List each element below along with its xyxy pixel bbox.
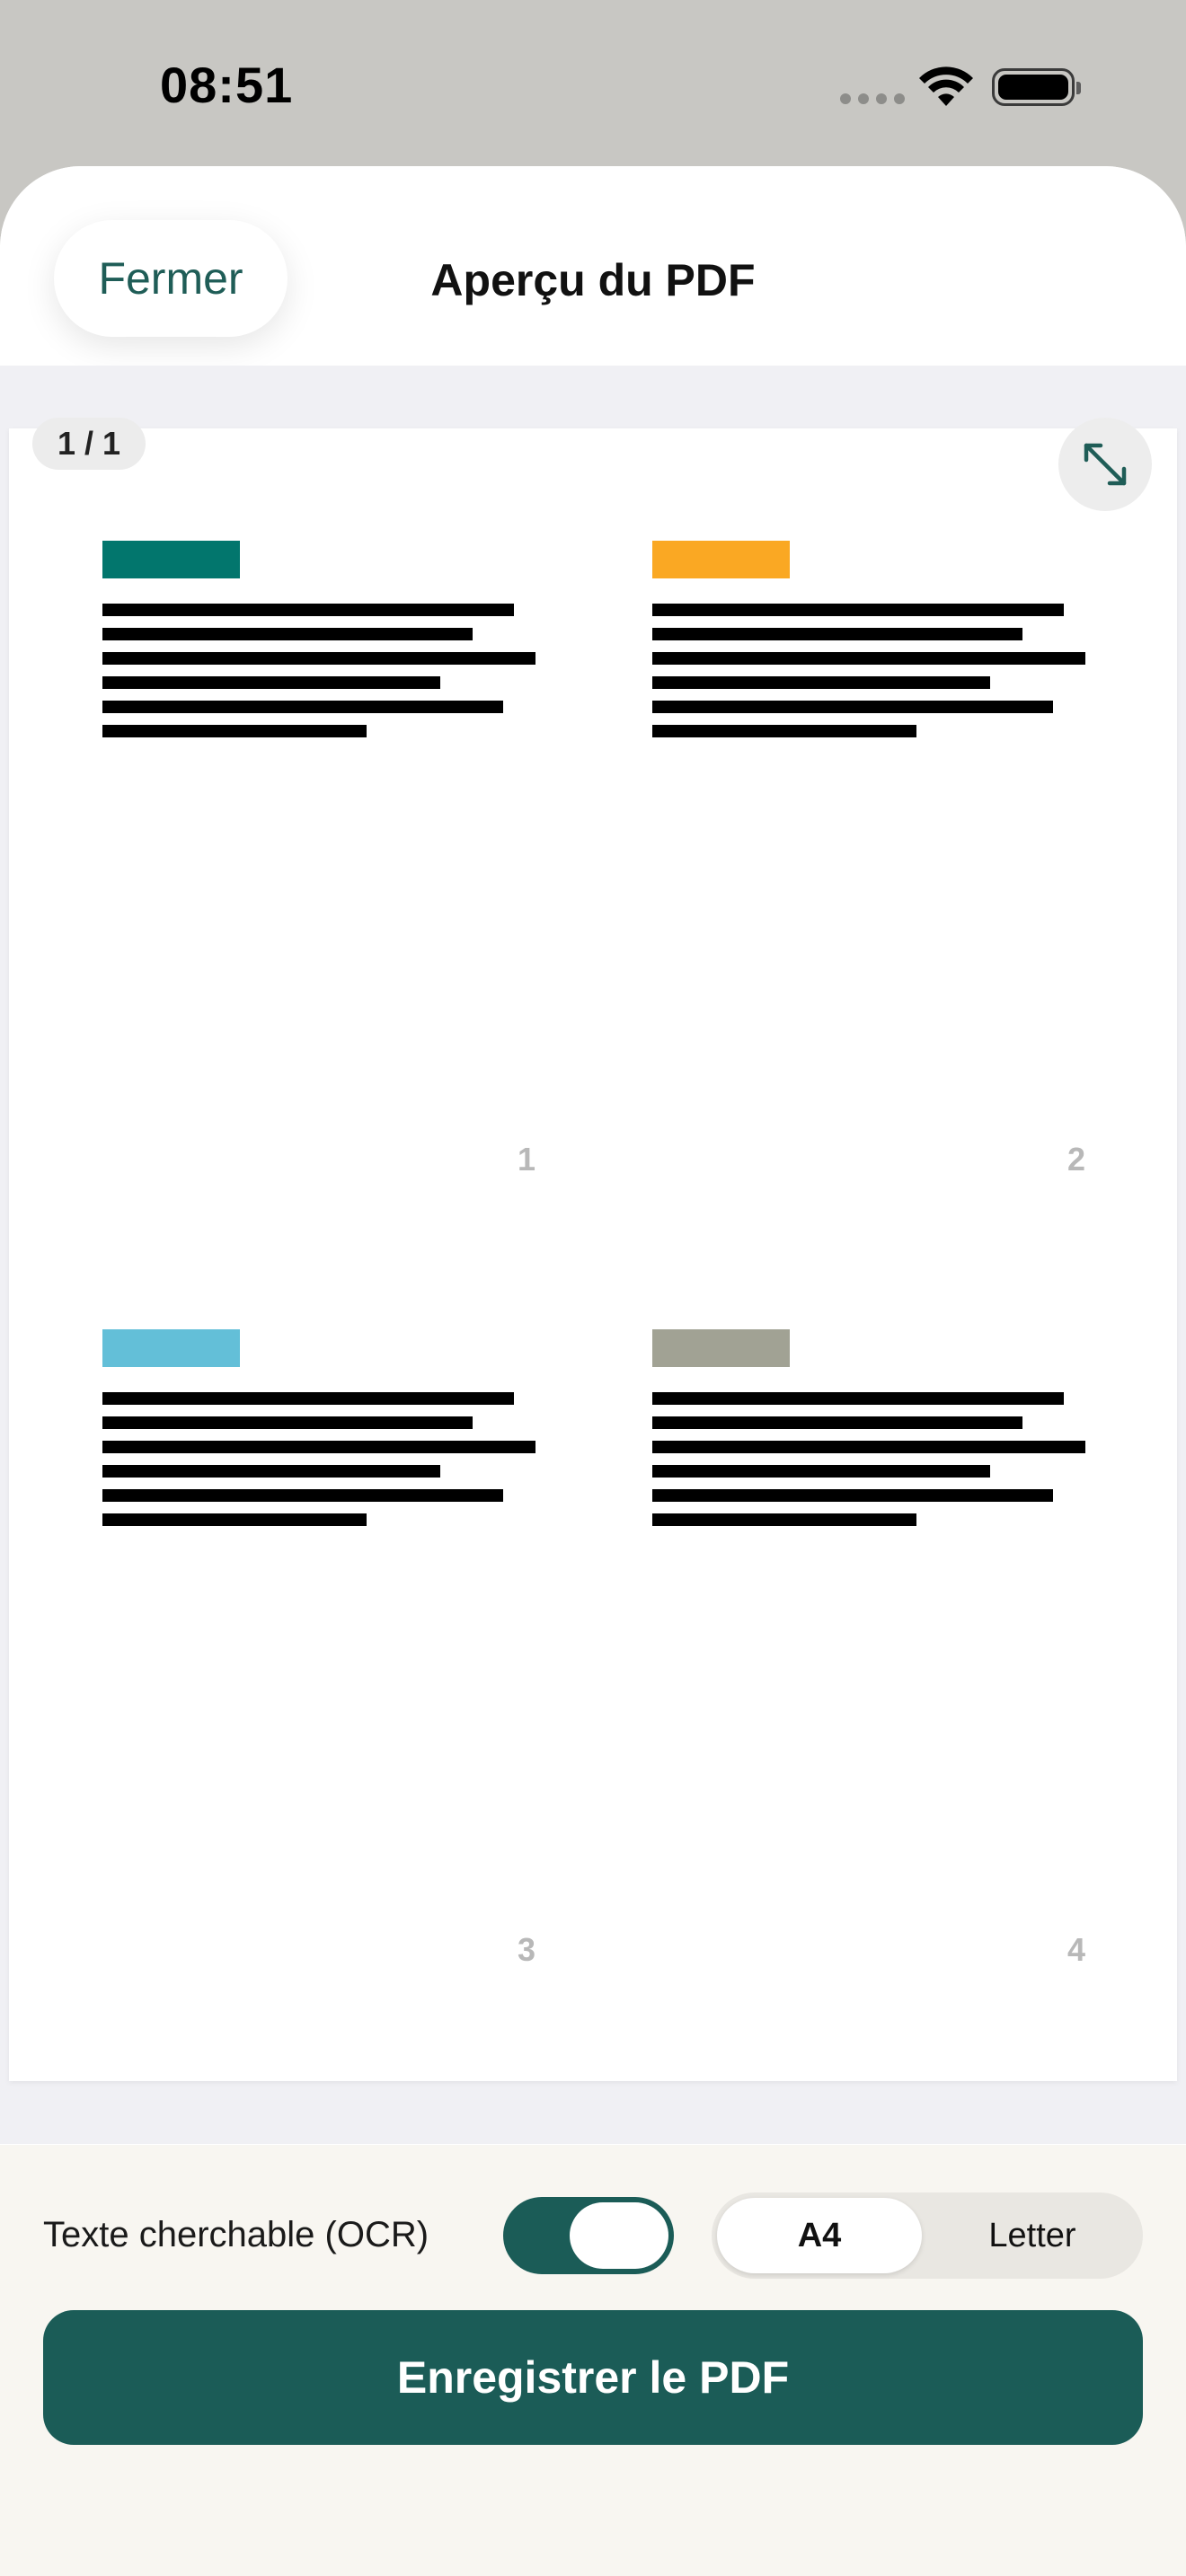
save-pdf-button[interactable]: Enregistrer le PDF [43, 2310, 1143, 2445]
page-title: Aperçu du PDF [430, 255, 756, 305]
navigation-bar: Fermer Aperçu du PDF [0, 166, 1186, 366]
expand-button[interactable] [1058, 418, 1152, 511]
page-thumbnail-4: 4 [559, 1219, 1098, 1968]
color-swatch [652, 1329, 790, 1367]
pdf-preview-sheet: Fermer Aperçu du PDF 1 / 1 1 2 3 4 Texte… [0, 166, 1186, 2576]
color-swatch [652, 541, 790, 578]
text-lines [102, 604, 535, 749]
pdf-page[interactable]: 1 / 1 1 2 3 4 [9, 418, 1177, 2081]
battery-icon [992, 68, 1081, 106]
status-bar: 08:51 [0, 0, 1186, 171]
page-number: 4 [1067, 1931, 1086, 1968]
page-thumbnail-2: 2 [559, 428, 1098, 1178]
text-lines [652, 1392, 1085, 1538]
page-number: 3 [518, 1931, 536, 1968]
preview-area[interactable]: 1 / 1 1 2 3 4 [0, 366, 1186, 2144]
text-lines [652, 604, 1085, 749]
paper-size-letter[interactable]: Letter [927, 2198, 1137, 2273]
export-options-panel: Texte cherchable (OCR) A4 Letter Enregis… [0, 2145, 1186, 2576]
status-time: 08:51 [160, 57, 294, 113]
paper-size-a4[interactable]: A4 [717, 2198, 922, 2273]
ocr-label: Texte cherchable (OCR) [43, 2215, 429, 2254]
paper-size-segmented-control: A4 Letter [712, 2192, 1143, 2279]
page-counter: 1 / 1 [32, 418, 146, 470]
color-swatch [102, 1329, 240, 1367]
wifi-icon [919, 66, 973, 106]
toggle-knob [570, 2202, 668, 2269]
expand-icon [1084, 443, 1127, 486]
page-thumbnail-1: 1 [9, 428, 548, 1178]
color-swatch [102, 541, 240, 578]
text-lines [102, 1392, 535, 1538]
page-thumbnail-3: 3 [9, 1219, 548, 1968]
cellular-signal-icon [840, 93, 905, 104]
page-number: 1 [518, 1141, 536, 1178]
ocr-toggle[interactable] [503, 2197, 674, 2274]
page-number: 2 [1067, 1141, 1086, 1178]
